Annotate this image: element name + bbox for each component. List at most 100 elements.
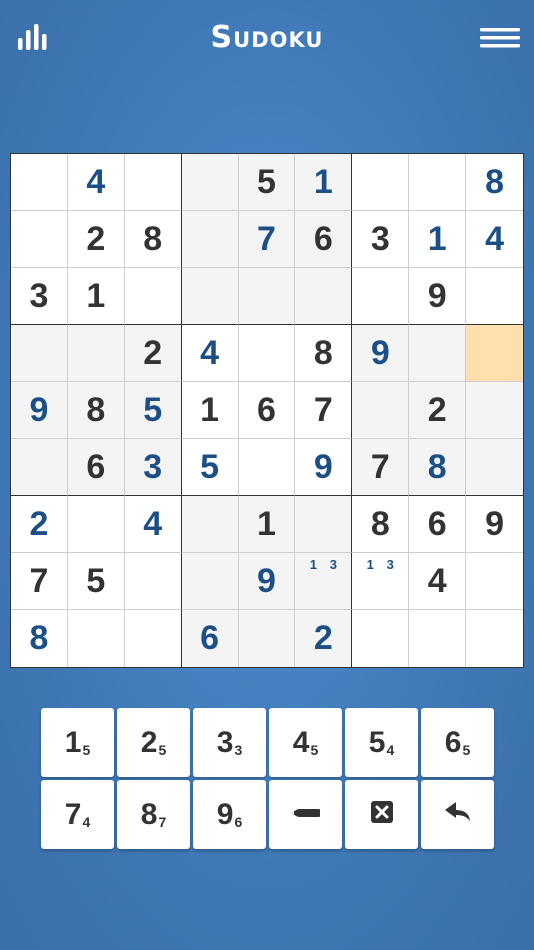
board-cell-r7-c5[interactable]: 1 <box>238 496 296 553</box>
board-cell-r2-c8[interactable]: 1 <box>409 211 467 268</box>
board-cell-r6-c8[interactable]: 8 <box>409 439 467 496</box>
board-cell-r7-c3[interactable]: 4 <box>124 496 182 553</box>
board-cell-r5-c9[interactable] <box>466 382 523 439</box>
board-cell-r2-c1[interactable] <box>11 211 68 268</box>
board-cell-r6-c1[interactable] <box>11 439 68 496</box>
number-key-8[interactable]: 87 <box>117 780 190 849</box>
board-cell-r4-c2[interactable] <box>67 325 125 382</box>
board-cell-r8-c6[interactable]: 13 <box>295 553 353 610</box>
number-key-7[interactable]: 74 <box>41 780 114 849</box>
board-cell-r2-c9[interactable]: 4 <box>466 211 523 268</box>
board-cell-r2-c3[interactable]: 8 <box>124 211 182 268</box>
board-cell-r6-c3[interactable]: 3 <box>124 439 182 496</box>
board-cell-r7-c7[interactable]: 8 <box>352 496 410 553</box>
board-cell-r9-c1[interactable]: 8 <box>11 610 68 667</box>
erase-icon <box>370 801 393 828</box>
board-cell-r4-c8[interactable] <box>409 325 467 382</box>
board-cell-r8-c2[interactable]: 5 <box>67 553 125 610</box>
board-cell-r1-c4[interactable] <box>181 154 239 211</box>
pencil-button[interactable] <box>269 780 342 849</box>
board-cell-r5-c6[interactable]: 7 <box>295 382 353 439</box>
board-cell-r4-c3[interactable]: 2 <box>124 325 182 382</box>
cell-digit: 9 <box>427 276 447 315</box>
board-cell-r2-c5[interactable]: 7 <box>238 211 296 268</box>
board-cell-r1-c5[interactable]: 5 <box>238 154 296 211</box>
board-cell-r8-c8[interactable]: 4 <box>409 553 467 610</box>
board-cell-r1-c2[interactable]: 4 <box>67 154 125 211</box>
board-cell-r1-c1[interactable] <box>11 154 68 211</box>
board-cell-r4-c5[interactable] <box>238 325 296 382</box>
board-cell-r9-c3[interactable] <box>125 610 182 667</box>
board-cell-r3-c2[interactable]: 1 <box>67 268 125 325</box>
board-cell-r2-c2[interactable]: 2 <box>67 211 125 268</box>
erase-button[interactable] <box>345 780 418 849</box>
board-cell-r9-c4[interactable]: 6 <box>181 610 239 667</box>
hamburger-menu-icon[interactable] <box>480 27 520 51</box>
board-cell-r6-c7[interactable]: 7 <box>352 439 410 496</box>
board-cell-r6-c2[interactable]: 6 <box>67 439 125 496</box>
board-cell-r9-c9[interactable] <box>466 610 523 667</box>
board-cell-r4-c9[interactable] <box>466 325 523 382</box>
board-cell-r2-c4[interactable] <box>181 211 239 268</box>
board-cell-r3-c8[interactable]: 9 <box>409 268 467 325</box>
board-cell-r5-c8[interactable]: 2 <box>409 382 467 439</box>
board-cell-r7-c1[interactable]: 2 <box>11 496 68 553</box>
board-cell-r3-c7[interactable] <box>352 268 410 325</box>
remaining-count: 5 <box>462 741 471 758</box>
board-cell-r5-c7[interactable] <box>352 382 410 439</box>
number-key-9[interactable]: 96 <box>193 780 266 849</box>
board-cell-r7-c8[interactable]: 6 <box>409 496 467 553</box>
board-cell-r6-c6[interactable]: 9 <box>295 439 353 496</box>
board-cell-r2-c6[interactable]: 6 <box>295 211 353 268</box>
board-cell-r3-c5[interactable] <box>238 268 296 325</box>
board-cell-r9-c5[interactable] <box>238 610 296 667</box>
board-cell-r1-c9[interactable]: 8 <box>466 154 523 211</box>
board-cell-r9-c6[interactable]: 2 <box>295 610 353 667</box>
board-cell-r8-c7[interactable]: 13 <box>352 553 410 610</box>
board-cell-r4-c7[interactable]: 9 <box>352 325 410 382</box>
board-cell-r6-c9[interactable] <box>466 439 523 496</box>
number-key-5[interactable]: 54 <box>345 708 418 777</box>
board-cell-r5-c2[interactable]: 8 <box>67 382 125 439</box>
board-cell-r8-c4[interactable] <box>181 553 239 610</box>
board-cell-r8-c3[interactable] <box>124 553 182 610</box>
board-cell-r7-c4[interactable] <box>181 496 239 553</box>
board-cell-r3-c4[interactable] <box>181 268 239 325</box>
board-cell-r4-c4[interactable]: 4 <box>181 325 239 382</box>
note-digit: 3 <box>329 557 337 572</box>
board-cell-r9-c7[interactable] <box>352 610 410 667</box>
board-cell-r6-c4[interactable]: 5 <box>181 439 239 496</box>
number-key-2[interactable]: 25 <box>117 708 190 777</box>
board-cell-r3-c6[interactable] <box>295 268 353 325</box>
board-cell-r9-c8[interactable] <box>409 610 467 667</box>
board-cell-r1-c7[interactable] <box>352 154 410 211</box>
cell-digit: 9 <box>370 333 390 372</box>
board-cell-r2-c7[interactable]: 3 <box>352 211 410 268</box>
board-cell-r1-c6[interactable]: 1 <box>295 154 353 211</box>
board-cell-r1-c3[interactable] <box>124 154 182 211</box>
board-cell-r4-c1[interactable] <box>11 325 68 382</box>
board-cell-r6-c5[interactable] <box>238 439 296 496</box>
number-key-3[interactable]: 33 <box>193 708 266 777</box>
board-cell-r7-c6[interactable] <box>295 496 353 553</box>
board-cell-r4-c6[interactable]: 8 <box>295 325 353 382</box>
board-cell-r9-c2[interactable] <box>68 610 125 667</box>
board-cell-r8-c9[interactable] <box>466 553 523 610</box>
board-cell-r8-c1[interactable]: 7 <box>11 553 68 610</box>
board-cell-r1-c8[interactable] <box>409 154 467 211</box>
cell-digit: 2 <box>86 219 106 258</box>
undo-button[interactable] <box>421 780 494 849</box>
board-cell-r3-c9[interactable] <box>466 268 523 325</box>
board-cell-r5-c5[interactable]: 6 <box>238 382 296 439</box>
board-cell-r7-c2[interactable] <box>67 496 125 553</box>
board-cell-r3-c3[interactable] <box>124 268 182 325</box>
number-key-1[interactable]: 15 <box>41 708 114 777</box>
board-cell-r5-c1[interactable]: 9 <box>11 382 68 439</box>
board-cell-r3-c1[interactable]: 3 <box>11 268 68 325</box>
number-key-6[interactable]: 65 <box>421 708 494 777</box>
board-cell-r8-c5[interactable]: 9 <box>238 553 296 610</box>
number-key-4[interactable]: 45 <box>269 708 342 777</box>
board-cell-r5-c3[interactable]: 5 <box>124 382 182 439</box>
board-cell-r7-c9[interactable]: 9 <box>466 496 523 553</box>
board-cell-r5-c4[interactable]: 1 <box>181 382 239 439</box>
